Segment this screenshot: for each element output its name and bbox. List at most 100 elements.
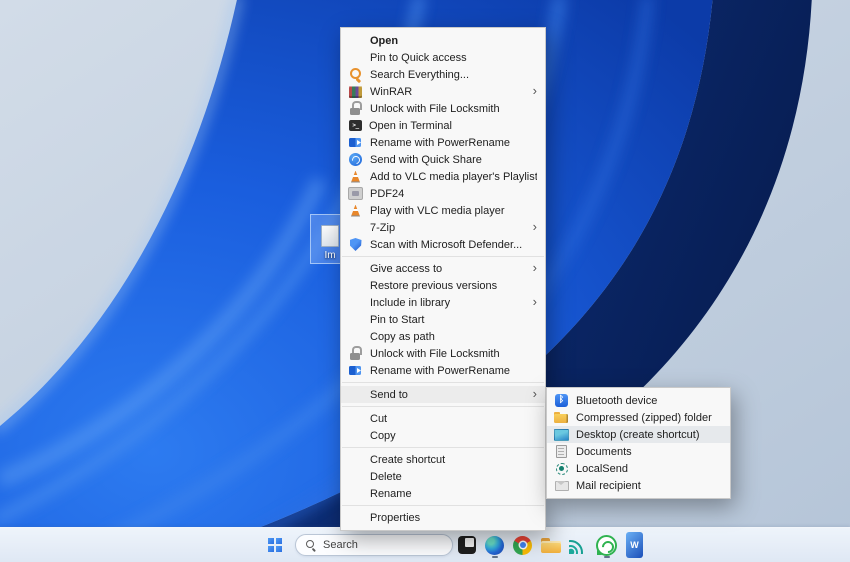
menu-item-give-access-to[interactable]: Give access to › xyxy=(341,260,545,277)
task-view-dark-icon[interactable] xyxy=(455,531,478,559)
documents-icon xyxy=(554,444,569,459)
menu-item-properties[interactable]: Properties xyxy=(341,509,545,526)
menu-item-cut[interactable]: Cut xyxy=(341,410,545,427)
menu-item-label: Copy as path xyxy=(370,331,537,343)
menu-item-scan-with-microsoft-defender[interactable]: Scan with Microsoft Defender... xyxy=(341,236,545,253)
menu-item-unlock-with-file-locksmith[interactable]: Unlock with File Locksmith xyxy=(341,100,545,117)
menu-item-unlock-with-file-locksmith[interactable]: Unlock with File Locksmith xyxy=(341,345,545,362)
blank-icon xyxy=(348,428,363,443)
menu-item-mail-recipient[interactable]: Mail recipient xyxy=(547,477,730,494)
search-placeholder: Search xyxy=(323,539,358,551)
word-icon[interactable]: W xyxy=(623,531,646,559)
menu-item-desktop-create-shortcut[interactable]: Desktop (create shortcut) xyxy=(547,426,730,443)
mail-icon xyxy=(554,478,569,493)
send-to-submenu: ᛒ Bluetooth device Compressed (zipped) fol… xyxy=(546,387,731,499)
menu-item-include-in-library[interactable]: Include in library› xyxy=(341,294,545,311)
desktop-shortcut-icon xyxy=(554,427,569,442)
menu-item-label: Rename with PowerRename xyxy=(370,137,537,149)
menu-item-pdf24[interactable]: PDF24 xyxy=(341,185,545,202)
submenu-arrow-icon: › xyxy=(533,86,537,96)
search-icon xyxy=(306,540,316,550)
context-menu: Open Pin to Quick access Search Everything… xyxy=(340,27,546,531)
menu-item-compressed-zipped-folder[interactable]: Compressed (zipped) folder xyxy=(547,409,730,426)
menu-item-pin-to-start[interactable]: Pin to Start xyxy=(341,311,545,328)
taskbar-search[interactable]: Search xyxy=(295,534,453,556)
menu-separator xyxy=(342,447,544,448)
menu-item-winrar[interactable]: WinRAR › xyxy=(341,83,545,100)
taskbar-app-icons: W xyxy=(455,528,646,562)
menu-item-copy-as-path[interactable]: Copy as path xyxy=(341,328,545,345)
localsend-icon xyxy=(554,461,569,476)
menu-item-7-zip[interactable]: 7-Zip› xyxy=(341,219,545,236)
menu-item-label: Create shortcut xyxy=(370,454,537,466)
start-button[interactable] xyxy=(262,532,288,558)
submenu-arrow-icon: › xyxy=(533,297,537,307)
menu-item-label: Rename xyxy=(370,488,537,500)
submenu-arrow-icon: › xyxy=(533,222,537,232)
desktop-icon-label: Im xyxy=(324,250,335,263)
menu-item-create-shortcut[interactable]: Create shortcut xyxy=(341,451,545,468)
locksmith-icon xyxy=(348,101,363,116)
menu-item-bluetooth-device[interactable]: ᛒ Bluetooth device xyxy=(547,392,730,409)
blank-icon xyxy=(348,261,363,276)
vlc-icon xyxy=(348,203,363,218)
vlc-icon xyxy=(348,169,363,184)
menu-item-label: Copy xyxy=(370,430,537,442)
menu-item-label: Pin to Quick access xyxy=(370,52,537,64)
menu-item-label: Delete xyxy=(370,471,537,483)
menu-item-copy[interactable]: Copy xyxy=(341,427,545,444)
file-thumbnail-icon xyxy=(321,225,339,247)
menu-item-label: Bluetooth device xyxy=(576,395,722,407)
search-everything-icon xyxy=(348,67,363,82)
blank-icon xyxy=(348,510,363,525)
wave-arcs-icon[interactable] xyxy=(567,531,590,559)
menu-item-add-to-vlc-media-player-s-playlist[interactable]: Add to VLC media player's Playlist xyxy=(341,168,545,185)
submenu-arrow-icon: › xyxy=(533,263,537,273)
menu-item-label: Send to xyxy=(370,389,529,401)
chrome-icon[interactable] xyxy=(511,531,534,559)
menu-item-label: WinRAR xyxy=(370,86,529,98)
menu-item-label: Properties xyxy=(370,512,537,524)
menu-item-open[interactable]: Open xyxy=(341,32,545,49)
windows-logo-icon xyxy=(268,538,282,552)
menu-separator xyxy=(342,382,544,383)
menu-item-label: Open in Terminal xyxy=(369,120,537,132)
menu-item-open-in-terminal[interactable]: >_Open in Terminal xyxy=(341,117,545,134)
defender-icon xyxy=(348,237,363,252)
menu-item-label: Play with VLC media player xyxy=(370,205,537,217)
menu-item-label: Rename with PowerRename xyxy=(370,365,537,377)
submenu-arrow-icon: › xyxy=(533,389,537,399)
menu-item-delete[interactable]: Delete xyxy=(341,468,545,485)
menu-item-send-with-quick-share[interactable]: Send with Quick Share xyxy=(341,151,545,168)
menu-item-localsend[interactable]: LocalSend xyxy=(547,460,730,477)
menu-item-label: Mail recipient xyxy=(576,480,722,492)
menu-item-label: PDF24 xyxy=(370,188,537,200)
bluetooth-icon: ᛒ xyxy=(555,394,568,407)
blank-icon xyxy=(348,452,363,467)
blank-icon xyxy=(348,387,363,402)
blank-icon xyxy=(348,486,363,501)
menu-item-documents[interactable]: Documents xyxy=(547,443,730,460)
menu-item-label: Search Everything... xyxy=(370,69,537,81)
menu-item-label: Restore previous versions xyxy=(370,280,537,292)
blank-icon xyxy=(348,312,363,327)
menu-item-rename[interactable]: Rename xyxy=(341,485,545,502)
blank-icon xyxy=(348,220,363,235)
menu-item-label: Unlock with File Locksmith xyxy=(370,103,537,115)
menu-item-label: Compressed (zipped) folder xyxy=(576,412,722,424)
menu-item-label: Give access to xyxy=(370,263,529,275)
menu-item-send-to[interactable]: Send to › xyxy=(341,386,545,403)
menu-separator xyxy=(342,256,544,257)
menu-item-rename-with-powerrename[interactable]: Rename with PowerRename xyxy=(341,134,545,151)
menu-separator xyxy=(342,406,544,407)
menu-item-play-with-vlc-media-player[interactable]: Play with VLC media player xyxy=(341,202,545,219)
menu-item-restore-previous-versions[interactable]: Restore previous versions xyxy=(341,277,545,294)
whatsapp-icon[interactable] xyxy=(595,531,618,559)
menu-item-search-everything[interactable]: Search Everything... xyxy=(341,66,545,83)
menu-item-label: Open xyxy=(370,35,537,47)
edge-icon[interactable] xyxy=(483,531,506,559)
menu-item-rename-with-powerrename[interactable]: Rename with PowerRename xyxy=(341,362,545,379)
file-explorer-icon[interactable] xyxy=(539,531,562,559)
powerrename-icon xyxy=(348,135,363,150)
menu-item-pin-to-quick-access[interactable]: Pin to Quick access xyxy=(341,49,545,66)
